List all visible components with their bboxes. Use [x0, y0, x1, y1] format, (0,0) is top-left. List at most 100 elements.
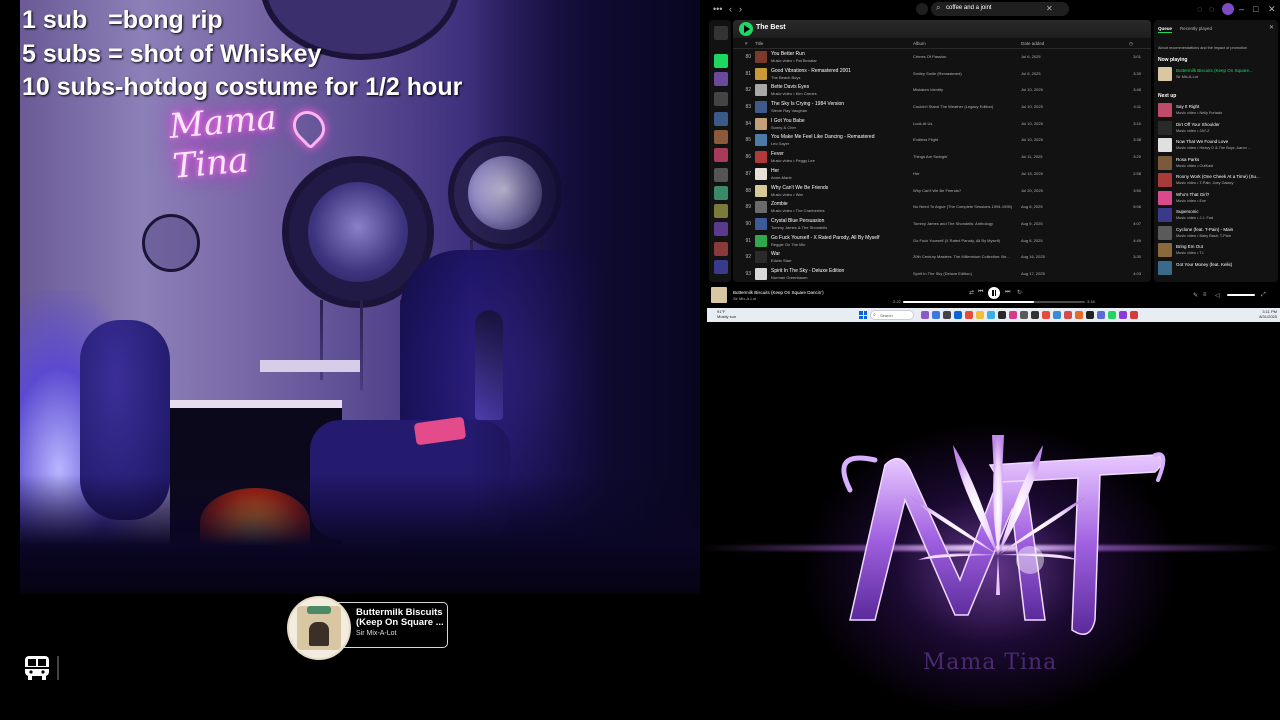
taskbar-app-icon[interactable] [1130, 311, 1138, 319]
taskbar-app-icon[interactable] [1075, 311, 1083, 319]
col-date-added[interactable]: Date added [1021, 41, 1044, 46]
track-album[interactable]: Look At Us [913, 121, 1017, 126]
library-item[interactable] [714, 148, 728, 162]
col-num[interactable]: # [745, 41, 748, 46]
track-artist[interactable]: Reggie On The Mic [771, 242, 911, 247]
library-item[interactable] [714, 130, 728, 144]
tab-queue[interactable]: Queue [1158, 26, 1173, 33]
track-title[interactable]: You Make Me Feel Like Dancing - Remaster… [771, 134, 911, 140]
library-item[interactable] [714, 242, 728, 256]
search-bar[interactable]: ⌕ coffee and a joint ✕ [931, 2, 1069, 16]
queue-now-playing[interactable]: Buttermilk Biscuits (Keep On Square... S… [1158, 66, 1276, 82]
back-arrow-icon[interactable]: ‹ [729, 4, 732, 14]
minimize-icon[interactable]: – [1239, 4, 1244, 14]
taskbar-app-icon[interactable] [998, 311, 1006, 319]
table-row[interactable]: 93 Spirit In The Sky - Deluxe Edition Norm… [733, 266, 1151, 282]
track-album[interactable]: Her [913, 171, 1017, 176]
table-row[interactable]: 88 Why Can't We Be Friends Music video • W… [733, 183, 1151, 200]
previous-icon[interactable]: ⏮ [978, 289, 983, 296]
track-title[interactable]: Bette Davis Eyes [771, 84, 911, 90]
library-item[interactable] [714, 92, 728, 106]
track-artist[interactable]: Sonny & Cher [771, 125, 911, 130]
taskbar-app-icon[interactable] [1009, 311, 1017, 319]
library-item[interactable] [714, 186, 728, 200]
table-row[interactable]: 85 You Make Me Feel Like Dancing - Remast… [733, 132, 1151, 149]
queue-item[interactable]: Rosa Parks Music video • OutKast [1158, 155, 1276, 171]
taskbar-app-icon[interactable] [965, 311, 973, 319]
queue-item[interactable]: Dirt Off Your Shoulder Music video • JAY-… [1158, 120, 1276, 136]
table-row[interactable]: 87 Her Anne-Marie Her Jul 15, 2025 2:58 [733, 166, 1151, 183]
track-artist[interactable]: Anne-Marie [771, 175, 911, 180]
library-item[interactable] [714, 168, 728, 182]
volume-slider[interactable] [1227, 294, 1255, 296]
taskbar-app-icon[interactable] [932, 311, 940, 319]
close-icon[interactable]: ✕ [1269, 24, 1274, 31]
queue-item[interactable]: Now That We Found Love Music video • Heav… [1158, 137, 1276, 153]
queue-item[interactable]: Roony Work (One Cheek At a Time) (Su... M… [1158, 172, 1276, 188]
queue-icon[interactable]: ≡ [1203, 292, 1207, 298]
friends-icon[interactable]: ◌ [1209, 4, 1214, 14]
library-item[interactable] [714, 112, 728, 126]
repeat-icon[interactable]: ↻ [1017, 289, 1022, 296]
close-icon[interactable]: ✕ [1268, 4, 1276, 14]
weather-widget[interactable]: 91°F Mostly sun [717, 309, 736, 319]
track-title[interactable]: Spirit In The Sky - Deluxe Edition [771, 268, 911, 274]
queue-item[interactable]: Got Your Money (feat. Kelis) [1158, 260, 1276, 276]
fullscreen-icon[interactable]: ⤢ [1261, 292, 1266, 299]
clear-search-icon[interactable]: ✕ [1046, 4, 1053, 13]
taskbar-app-icon[interactable] [1097, 311, 1105, 319]
track-title[interactable]: War [771, 251, 911, 257]
track-title[interactable]: Zombie [771, 201, 911, 207]
table-row[interactable]: 89 Zombie Music video • The Cranberries No … [733, 199, 1151, 216]
track-artist[interactable]: Leo Sayer [771, 141, 911, 146]
system-clock[interactable]: 3:11 PM 8/31/2025 [1247, 309, 1277, 319]
table-row[interactable]: 84 I Got You Babe Sonny & Cher Look At Us Ju… [733, 116, 1151, 133]
taskbar-app-icon[interactable] [1031, 311, 1039, 319]
track-title[interactable]: I Got You Babe [771, 118, 911, 124]
col-album[interactable]: Album [913, 41, 926, 46]
track-album[interactable]: Go Fuck Yourself (X Rated Parody, All By… [913, 238, 1017, 243]
taskbar-app-icon[interactable] [987, 311, 995, 319]
col-title[interactable]: Title [755, 41, 763, 46]
track-album[interactable]: Couldn't Stand The Weather (Legacy Editi… [913, 104, 1017, 109]
taskbar-app-icon[interactable] [1108, 311, 1116, 319]
home-button[interactable] [916, 3, 928, 15]
forward-arrow-icon[interactable]: › [739, 4, 742, 14]
track-artist[interactable]: Music video • Kim Carnes [771, 91, 911, 96]
track-album[interactable]: Mistaken Identity [913, 87, 1017, 92]
track-title[interactable]: Good Vibrations - Remastered 2001 [771, 68, 911, 74]
library-item[interactable] [714, 222, 728, 236]
track-album[interactable]: Spirit In The Sky (Deluxe Edition) [913, 271, 1017, 276]
taskbar-app-icon[interactable] [1020, 311, 1028, 319]
queue-item[interactable]: Supersonic Music video • J.J. Fad [1158, 207, 1276, 223]
track-album[interactable]: Endless Flight [913, 137, 1017, 142]
bell-icon[interactable]: ◌ [1197, 4, 1202, 14]
progress-bar[interactable] [903, 301, 1085, 303]
track-album[interactable]: Things Are Swingin' [913, 154, 1017, 159]
track-album[interactable]: 20th Century Masters: The Millennium Col… [913, 254, 1017, 259]
track-title[interactable]: Go Fuck Yourself - X Rated Parody, All B… [771, 235, 911, 241]
track-title[interactable]: You Better Run [771, 51, 911, 57]
table-row[interactable]: 80 You Better Run Music video • Pat Benata… [733, 49, 1151, 66]
track-artist[interactable]: Music video • The Cranberries [771, 208, 911, 213]
pause-button[interactable] [988, 287, 1000, 299]
track-album[interactable]: Tommy James and The Shondells: Anthology [913, 221, 1017, 226]
table-row[interactable]: 81 Good Vibrations - Remastered 2001 The B… [733, 66, 1151, 83]
track-title[interactable]: Crystal Blue Persuasion [771, 218, 911, 224]
track-artist[interactable]: The Beach Boys [771, 75, 911, 80]
recommendations-note[interactable]: About recommendations and the impact of … [1158, 46, 1276, 50]
taskbar-app-icon[interactable] [921, 311, 929, 319]
table-row[interactable]: 86 Fever Music video • Peggy Lee Things Are… [733, 149, 1151, 166]
menu-dots-icon[interactable]: ••• [713, 4, 722, 14]
track-title[interactable]: Why Can't We Be Friends [771, 185, 911, 191]
taskbar-search[interactable]: ⌕ Search [870, 310, 914, 320]
avatar[interactable] [1222, 3, 1234, 15]
table-row[interactable]: 92 War Edwin Starr 20th Century Masters: Th… [733, 249, 1151, 266]
play-button[interactable] [739, 22, 753, 36]
player-artist[interactable]: Sir Mix-A-Lot [733, 296, 756, 301]
taskbar-app-icon[interactable] [1119, 311, 1127, 319]
library-icon[interactable] [714, 26, 728, 40]
table-row[interactable]: 90 Crystal Blue Persuasion Tommy James & T… [733, 216, 1151, 233]
track-artist[interactable]: Edwin Starr [771, 258, 911, 263]
queue-item[interactable]: Say It Right Music video • Nelly Furtado [1158, 102, 1276, 118]
